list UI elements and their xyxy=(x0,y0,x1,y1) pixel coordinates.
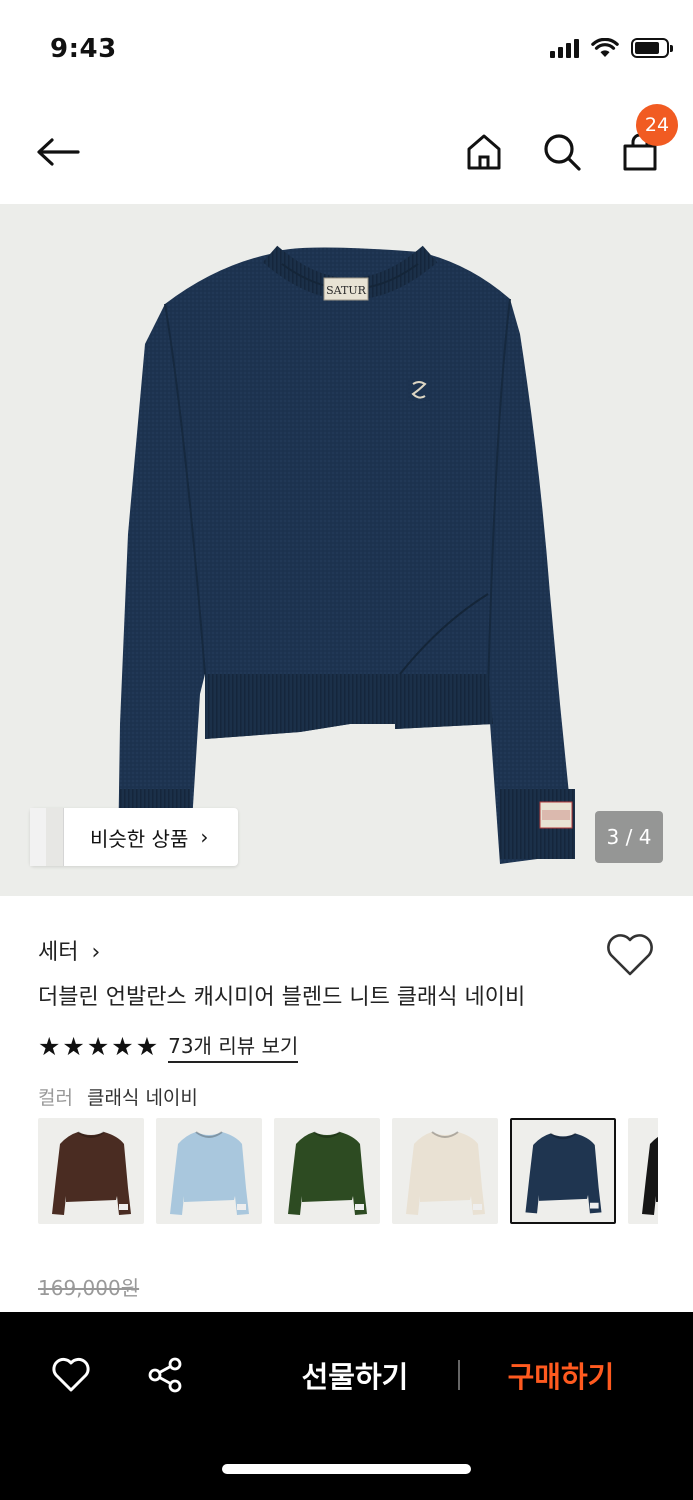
color-swatch-brown[interactable] xyxy=(38,1118,144,1224)
color-swatch-black[interactable] xyxy=(628,1118,658,1224)
sweater-thumbnail xyxy=(406,1131,485,1215)
chevron-right-icon: › xyxy=(91,940,101,965)
status-time: 9:43 xyxy=(50,34,117,64)
status-bar: 9:43 xyxy=(0,0,693,100)
arrow-left-icon xyxy=(37,138,80,166)
home-indicator[interactable] xyxy=(222,1464,471,1474)
color-swatch-light-blue[interactable] xyxy=(156,1118,262,1224)
similar-thumbnail xyxy=(30,808,68,866)
star-icon: ★ xyxy=(86,1031,110,1061)
image-page-indicator: 3 / 4 xyxy=(595,811,663,863)
star-icon: ★ xyxy=(135,1031,159,1061)
color-row: 컬러 클래식 네이비 xyxy=(38,1083,198,1110)
product-title: 더블린 언발란스 캐시미어 블렌드 니트 클래식 네이비 xyxy=(38,985,526,1010)
sweater-thumbnail xyxy=(642,1136,658,1215)
star-icon: ★ xyxy=(62,1031,85,1061)
star-icon: ★ xyxy=(38,1031,61,1061)
battery-icon xyxy=(631,38,673,58)
cart-count-badge: 24 xyxy=(636,104,678,146)
chevron-right-icon: › xyxy=(200,825,209,849)
gift-button[interactable]: 선물하기 xyxy=(270,1342,440,1408)
share-icon xyxy=(148,1357,182,1393)
top-navigation xyxy=(0,100,693,204)
brand-tag: SATUR xyxy=(326,284,366,297)
similar-products-label: 비슷한 상품 xyxy=(90,826,189,851)
heart-icon xyxy=(607,934,653,976)
sweater-illustration: SATUR xyxy=(118,245,575,865)
color-swatch-navy[interactable] xyxy=(510,1118,616,1224)
similar-products-button[interactable]: 비슷한 상품 › xyxy=(30,808,238,866)
divider xyxy=(458,1360,460,1390)
category-breadcrumb[interactable]: 세터 › xyxy=(38,934,100,966)
rating-stars: ★ ★ ★ ★ ★ xyxy=(38,1031,159,1061)
home-button[interactable] xyxy=(456,124,512,180)
color-swatch-green[interactable] xyxy=(274,1118,380,1224)
review-link[interactable]: 73개 리뷰 보기 xyxy=(168,1030,299,1063)
search-icon xyxy=(544,134,581,171)
sweater-thumbnail xyxy=(52,1131,131,1215)
color-swatch-cream[interactable] xyxy=(392,1118,498,1224)
category-label: 세터 xyxy=(38,940,79,965)
wifi-icon xyxy=(591,38,619,57)
search-button[interactable] xyxy=(534,124,590,180)
product-image[interactable]: SATUR xyxy=(0,204,693,896)
buy-button[interactable]: 구매하기 xyxy=(476,1342,646,1408)
rating-row: ★ ★ ★ ★ ★ 73개 리뷰 보기 xyxy=(38,1030,299,1063)
like-button[interactable] xyxy=(46,1352,96,1398)
sweater-thumbnail xyxy=(170,1131,249,1215)
color-swatches xyxy=(38,1118,658,1224)
sweater-thumbnail xyxy=(288,1131,367,1215)
original-price: 169,000원 xyxy=(38,1276,140,1300)
wishlist-button[interactable] xyxy=(604,932,656,978)
signal-icon xyxy=(550,38,579,58)
home-icon xyxy=(467,134,501,170)
sweater-thumbnail xyxy=(525,1132,602,1214)
back-button[interactable] xyxy=(30,124,86,180)
status-icons xyxy=(550,38,673,58)
star-icon: ★ xyxy=(111,1031,134,1061)
color-value: 클래식 네이비 xyxy=(86,1087,198,1109)
color-label: 컬러 xyxy=(38,1087,73,1109)
share-button[interactable] xyxy=(140,1352,190,1398)
heart-icon xyxy=(52,1357,90,1392)
